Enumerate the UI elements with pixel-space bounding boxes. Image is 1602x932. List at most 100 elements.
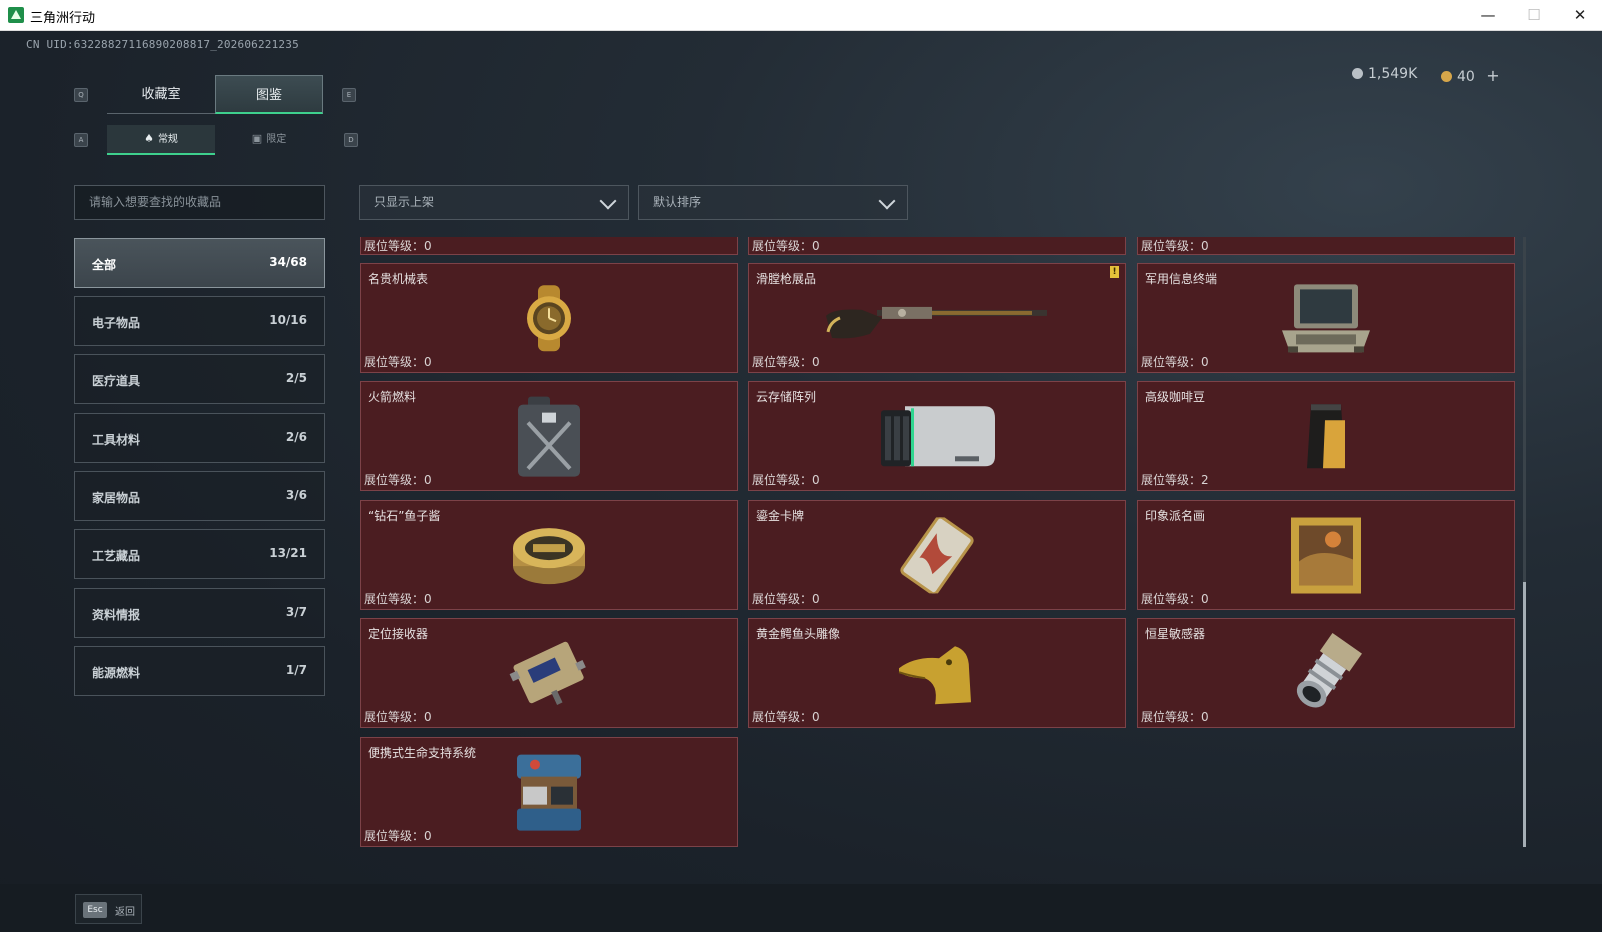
key-d-hint: D bbox=[344, 133, 358, 147]
collection-card[interactable]: 高级咖啡豆 展位等级：2 bbox=[1137, 381, 1515, 491]
item-name: 印象派名画 bbox=[1145, 509, 1206, 523]
display-level: 展位等级：0 bbox=[1141, 710, 1209, 724]
collection-card[interactable]: “钻石”鱼子酱 展位等级：0 bbox=[360, 500, 738, 610]
category-medical[interactable]: 医疗道具 2/5 bbox=[74, 354, 325, 404]
silver-coin-icon bbox=[1352, 68, 1363, 79]
item-name: 恒星敏感器 bbox=[1145, 627, 1206, 641]
category-label: 全部 bbox=[92, 258, 117, 272]
category-count: 3/6 bbox=[285, 488, 307, 502]
game-window: 三角洲行动 — ☐ ✕ CN UID:6322882711689020881​7… bbox=[0, 0, 1602, 932]
category-count: 10/16 bbox=[269, 313, 307, 327]
item-name: 名贵机械表 bbox=[368, 272, 429, 286]
subtab-limited[interactable]: ▣ 限定 bbox=[215, 125, 323, 155]
new-badge: ! bbox=[1110, 266, 1119, 278]
collection-card[interactable]: 定位接收器 展位等级：0 bbox=[360, 618, 738, 728]
window-title: 三角洲行动 bbox=[30, 11, 96, 26]
category-intel[interactable]: 资料情报 3/7 bbox=[74, 588, 325, 638]
star-sensor-icon bbox=[1288, 632, 1364, 719]
close-button[interactable]: ✕ bbox=[1557, 0, 1602, 31]
collection-card[interactable]: 便携式生命支持系统 展位等级：0 bbox=[360, 737, 738, 847]
category-count: 1/7 bbox=[285, 663, 307, 677]
collection-card[interactable]: 云存储阵列 展位等级：0 bbox=[748, 381, 1126, 491]
collection-card-partial[interactable]: 展位等级：0 bbox=[360, 237, 738, 255]
sort-dropdown[interactable]: 默认排序 bbox=[638, 185, 908, 220]
collection-card[interactable]: 黄金鳄鱼头雕像 展位等级：0 bbox=[748, 618, 1126, 728]
add-currency-button[interactable]: + bbox=[1486, 66, 1499, 85]
key-a-hint: A bbox=[74, 133, 88, 147]
category-energy[interactable]: 能源燃料 1/7 bbox=[74, 646, 325, 696]
key-q-hint: Q bbox=[74, 88, 88, 102]
item-name: 火箭燃料 bbox=[368, 390, 417, 404]
display-level: 展位等级：0 bbox=[1141, 239, 1209, 253]
musket-icon bbox=[822, 288, 1052, 352]
caviar-tin-icon bbox=[511, 522, 587, 592]
subtab-regular[interactable]: ♠ 常规 bbox=[107, 125, 215, 155]
category-count: 3/7 bbox=[285, 605, 307, 619]
collection-card-partial[interactable]: 展位等级：0 bbox=[748, 237, 1126, 255]
collection-card[interactable]: 滑膛枪展品 ! 展位等级：0 bbox=[748, 263, 1126, 373]
search-input[interactable]: 请输入想要查找的收藏品 bbox=[74, 185, 325, 220]
scrollbar-thumb[interactable] bbox=[1523, 582, 1526, 847]
back-button[interactable]: Esc 返回 bbox=[75, 894, 142, 924]
card-icon bbox=[894, 515, 980, 597]
category-count: 34/68 bbox=[269, 255, 307, 269]
item-name: “钻石”鱼子酱 bbox=[368, 509, 441, 523]
category-label: 电子物品 bbox=[92, 316, 141, 330]
category-household[interactable]: 家居物品 3/6 bbox=[74, 471, 325, 521]
tab-catalog[interactable]: 图鉴 bbox=[215, 75, 323, 114]
item-name: 滑膛枪展品 bbox=[756, 272, 817, 286]
crocodile-head-icon bbox=[895, 638, 979, 712]
collection-card[interactable]: 鎏金卡牌 展位等级：0 bbox=[748, 500, 1126, 610]
item-name: 定位接收器 bbox=[368, 627, 429, 641]
terminal-icon bbox=[1276, 280, 1376, 360]
display-level: 展位等级：0 bbox=[364, 355, 432, 369]
category-tools[interactable]: 工具材料 2/6 bbox=[74, 413, 325, 463]
category-count: 2/5 bbox=[285, 371, 307, 385]
collection-card[interactable]: 印象派名画 展位等级：0 bbox=[1137, 500, 1515, 610]
collection-card-partial[interactable]: 展位等级：0 bbox=[1137, 237, 1515, 255]
category-all[interactable]: 全部 34/68 bbox=[74, 238, 325, 288]
watch-icon bbox=[514, 283, 584, 357]
life-support-icon bbox=[509, 751, 589, 839]
display-level: 展位等级：0 bbox=[364, 710, 432, 724]
shelf-filter-value: 只显示上架 bbox=[374, 195, 435, 209]
item-name: 便携式生命支持系统 bbox=[368, 746, 477, 760]
collection-card[interactable]: 恒星敏感器 展位等级：0 bbox=[1137, 618, 1515, 728]
category-label: 资料情报 bbox=[92, 608, 141, 622]
app-logo-icon bbox=[8, 7, 24, 23]
minimize-button[interactable]: — bbox=[1465, 0, 1511, 31]
key-e-hint: E bbox=[342, 88, 356, 102]
maximize-button[interactable]: ☐ bbox=[1511, 0, 1557, 31]
receiver-icon bbox=[507, 635, 591, 715]
gold-currency: 40 + bbox=[1441, 66, 1500, 85]
item-name: 高级咖啡豆 bbox=[1145, 390, 1206, 404]
collection-card[interactable]: 名贵机械表 展位等级：0 bbox=[360, 263, 738, 373]
item-name: 云存储阵列 bbox=[756, 390, 817, 404]
esc-key-hint: Esc bbox=[83, 902, 107, 918]
collection-card[interactable]: 火箭燃料 展位等级：0 bbox=[360, 381, 738, 491]
gold-amount: 40 bbox=[1457, 69, 1475, 85]
shelf-filter-dropdown[interactable]: 只显示上架 bbox=[359, 185, 629, 220]
subtab-limited-label: 限定 bbox=[266, 134, 287, 145]
display-level: 展位等级：0 bbox=[752, 239, 820, 253]
lamp-icon: ♠ bbox=[144, 132, 154, 145]
scrollbar-track[interactable] bbox=[1523, 237, 1526, 847]
display-level: 展位等级：0 bbox=[1141, 355, 1209, 369]
item-name: 鎏金卡牌 bbox=[756, 509, 805, 523]
category-electronics[interactable]: 电子物品 10/16 bbox=[74, 296, 325, 346]
display-level: 展位等级：0 bbox=[752, 355, 820, 369]
gold-coin-icon bbox=[1441, 71, 1452, 82]
collection-card[interactable]: 军用信息终端 展位等级：0 bbox=[1137, 263, 1515, 373]
sort-value: 默认排序 bbox=[653, 195, 702, 209]
display-level: 展位等级：2 bbox=[1141, 473, 1209, 487]
category-label: 工具材料 bbox=[92, 433, 141, 447]
display-level: 展位等级：0 bbox=[364, 239, 432, 253]
display-level: 展位等级：0 bbox=[364, 473, 432, 487]
category-label: 工艺藏品 bbox=[92, 549, 141, 563]
jerrycan-icon bbox=[514, 395, 584, 483]
display-level: 展位等级：0 bbox=[752, 473, 820, 487]
picture-icon: ▣ bbox=[251, 132, 263, 145]
category-crafts[interactable]: 工艺藏品 13/21 bbox=[74, 529, 325, 579]
tab-collection-room[interactable]: 收藏室 bbox=[107, 75, 215, 114]
display-level: 展位等级：0 bbox=[364, 592, 432, 606]
